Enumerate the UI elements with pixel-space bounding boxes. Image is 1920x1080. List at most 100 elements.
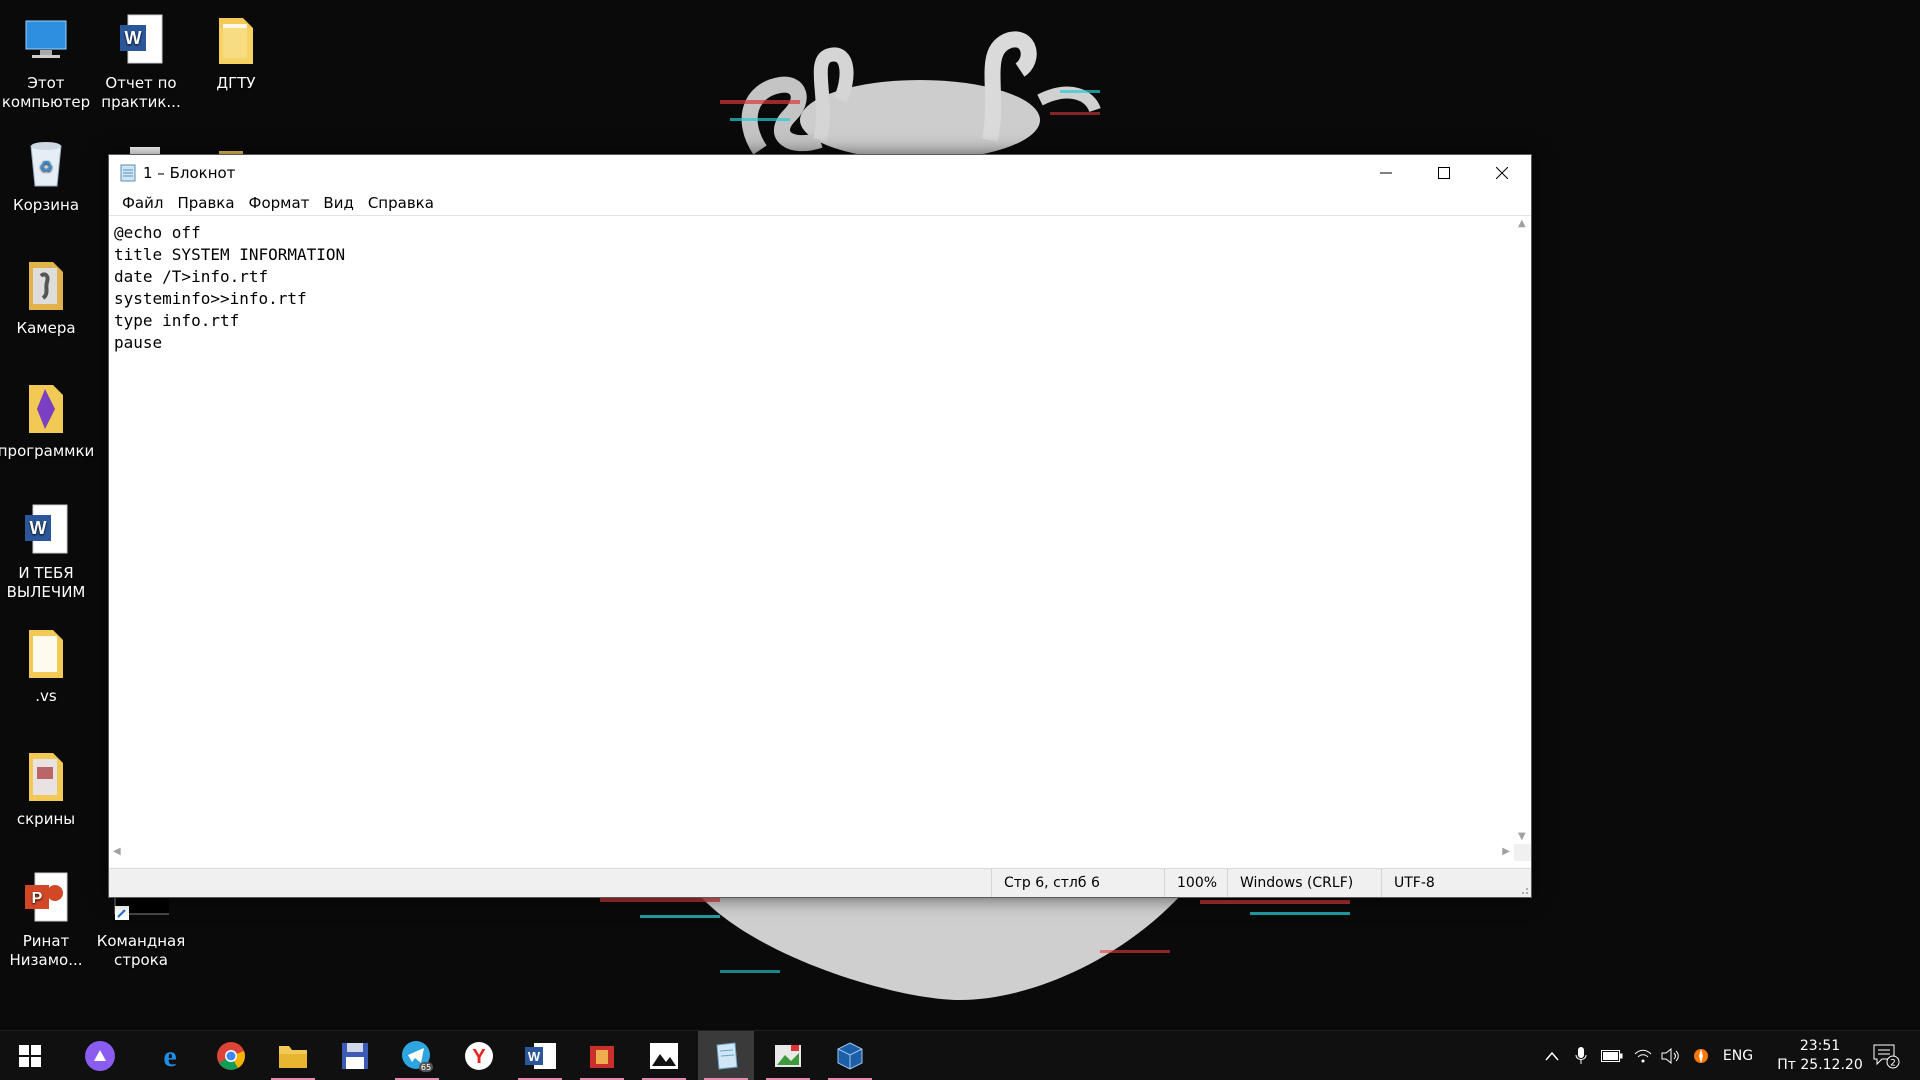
scroll-left-icon[interactable]: ◀: [113, 846, 121, 857]
desktop-icon-label: И ТЕБЯ ВЫЛЕЧИМ: [6, 564, 86, 601]
title-bar[interactable]: 1 – Блокнот: [109, 155, 1531, 191]
taskbar-photos[interactable]: [636, 1031, 692, 1080]
svg-text:W: W: [528, 1049, 541, 1064]
window-title: 1 – Блокнот: [143, 164, 236, 182]
folder-icon: [279, 1046, 307, 1068]
desktop-icon-rinat[interactable]: P Ринат Низамо...: [0, 868, 92, 970]
yandex-browser-icon: Y: [465, 1042, 493, 1070]
scroll-corner: [1514, 844, 1531, 861]
chevron-up-icon: [1545, 1051, 1559, 1061]
folder-icon: [18, 623, 74, 683]
word-icon: W: [525, 1043, 556, 1069]
desktop-icon-label: программки: [0, 442, 95, 460]
desktop-icon-label: скрины: [16, 810, 76, 828]
desktop-icon-dgtu[interactable]: ДГТУ: [190, 10, 282, 93]
menu-file[interactable]: Файл: [115, 194, 170, 212]
text-editor[interactable]: @echo off title SYSTEM INFORMATION date …: [109, 215, 1531, 861]
tray-volume[interactable]: [1658, 1031, 1684, 1080]
menu-view[interactable]: Вид: [316, 194, 360, 212]
taskbar-notepad[interactable]: [698, 1031, 754, 1080]
taskbar-file-explorer[interactable]: [265, 1031, 321, 1080]
taskbar-save-app[interactable]: [327, 1031, 383, 1080]
menu-format[interactable]: Формат: [242, 194, 317, 212]
notifications-icon: 2: [1873, 1044, 1900, 1069]
scroll-down-icon[interactable]: ▼: [1518, 831, 1526, 842]
edge-icon: e: [163, 1041, 176, 1071]
book-app-icon: [590, 1046, 614, 1068]
status-bar: Стр 6, стлб 6 100% Windows (CRLF) UTF-8: [109, 868, 1531, 897]
vertical-scrollbar[interactable]: ▲ ▼: [1514, 216, 1531, 844]
battery-icon: [1601, 1050, 1623, 1062]
taskbar-virtualbox[interactable]: [822, 1031, 878, 1080]
svg-text:♻: ♻: [39, 157, 53, 176]
scroll-right-icon[interactable]: ▶: [1502, 846, 1510, 857]
folder-icon: [18, 746, 74, 806]
desktop-icon-recycle-bin[interactable]: ♻ Корзина: [0, 132, 92, 215]
assistant-icon: [85, 1041, 115, 1071]
virtualbox-icon: [837, 1042, 863, 1070]
notepad-window[interactable]: 1 – Блокнот Файл Правка Формат Вид Справ…: [108, 154, 1532, 898]
menu-bar: Файл Правка Формат Вид Справка: [109, 191, 1531, 215]
status-position: Стр 6, стлб 6: [991, 869, 1164, 897]
input-language[interactable]: ENG: [1718, 1031, 1758, 1080]
desktop-icon-i-tebya-vylechim[interactable]: W И ТЕБЯ ВЫЛЕЧИМ: [0, 500, 92, 602]
maximize-icon: [1438, 167, 1450, 179]
maximize-button[interactable]: [1415, 155, 1473, 191]
desktop-icon-report[interactable]: W Отчет по практик...: [95, 10, 187, 112]
desktop-icon-camera[interactable]: Камера: [0, 255, 92, 338]
desktop-icon-programs[interactable]: программки: [0, 378, 95, 461]
show-hidden-icons-button[interactable]: [1540, 1031, 1564, 1080]
desktop-icon-label: ДГТУ: [216, 74, 256, 92]
wifi-icon: [1634, 1049, 1652, 1063]
taskbar-word[interactable]: W: [512, 1031, 568, 1080]
computer-icon: [18, 10, 74, 70]
desktop-icon-vs[interactable]: .vs: [0, 623, 92, 706]
word-document-icon: W: [18, 500, 74, 560]
taskbar-red-app[interactable]: [574, 1031, 630, 1080]
desktop-icon-label: .vs: [35, 687, 57, 705]
action-center-button[interactable]: 2: [1866, 1031, 1906, 1080]
clock[interactable]: 23:51 Пт 25.12.20: [1775, 1037, 1865, 1075]
powerpoint-icon: P: [18, 868, 74, 928]
tray-wifi[interactable]: [1630, 1031, 1656, 1080]
telegram-icon: 65: [402, 1041, 433, 1072]
svg-text:W: W: [125, 28, 142, 48]
menu-help[interactable]: Справка: [361, 194, 441, 212]
editor-content[interactable]: @echo off title SYSTEM INFORMATION date …: [114, 222, 345, 354]
image-editor-icon: [775, 1045, 801, 1067]
taskbar: e 65 Y W ENG 23:51 Пт 25.12.20 2: [0, 1030, 1920, 1080]
svg-text:W: W: [30, 518, 47, 538]
desktop-icon-label: Отчет по практик...: [101, 74, 181, 111]
chrome-icon: [217, 1042, 245, 1070]
menu-edit[interactable]: Правка: [170, 194, 241, 212]
tray-battery[interactable]: [1598, 1031, 1626, 1080]
clock-time: 23:51: [1799, 1038, 1841, 1054]
taskbar-edge[interactable]: e: [142, 1031, 198, 1080]
word-document-icon: W: [113, 10, 169, 70]
taskbar-image-editor[interactable]: [760, 1031, 816, 1080]
tray-avast[interactable]: [1688, 1031, 1714, 1080]
folder-icon: [18, 378, 74, 438]
desktop-icon-this-pc[interactable]: Этот компьютер: [0, 10, 92, 112]
windows-logo-icon: [19, 1045, 41, 1067]
tray-microphone[interactable]: [1568, 1031, 1594, 1080]
desktop-icon-label: Ринат Низамо...: [9, 932, 83, 969]
svg-text:e: e: [163, 1041, 176, 1071]
desktop-icon-screenshots[interactable]: скрины: [0, 746, 92, 829]
notepad-icon: [716, 1042, 738, 1070]
antivirus-icon: [1694, 1049, 1708, 1063]
start-button[interactable]: [2, 1031, 58, 1080]
telegram-badge: 65: [421, 1063, 431, 1072]
folder-icon: [18, 255, 74, 315]
clock-date: Пт 25.12.20: [1777, 1057, 1863, 1073]
minimize-button[interactable]: [1357, 155, 1415, 191]
taskbar-yandex-browser[interactable]: Y: [451, 1031, 507, 1080]
taskbar-chrome[interactable]: [203, 1031, 259, 1080]
svg-text:P: P: [32, 890, 43, 907]
horizontal-scrollbar[interactable]: ◀ ▶: [109, 844, 1514, 861]
resize-grip-icon[interactable]: [1519, 885, 1529, 895]
taskbar-telegram[interactable]: 65: [389, 1031, 445, 1080]
scroll-up-icon[interactable]: ▲: [1518, 218, 1526, 229]
taskbar-cortana[interactable]: [72, 1031, 128, 1080]
close-button[interactable]: [1473, 155, 1531, 191]
